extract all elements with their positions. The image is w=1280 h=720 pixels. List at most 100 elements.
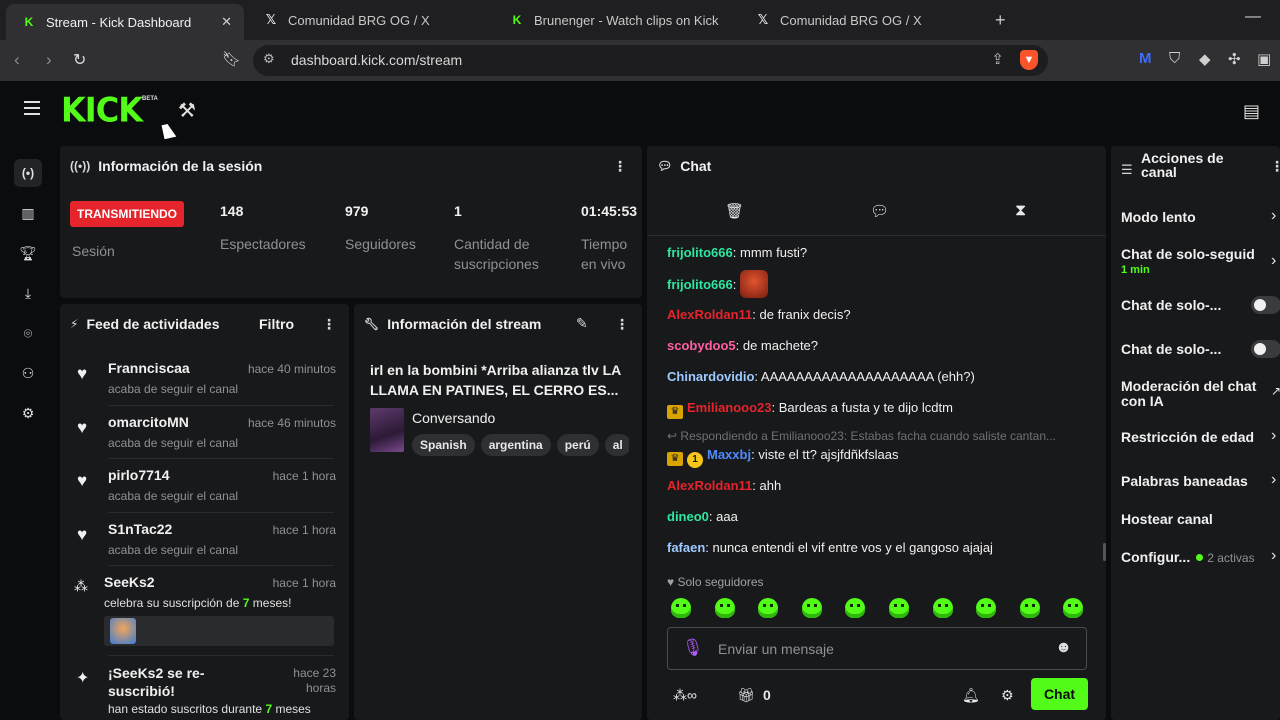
- extension-m-icon[interactable]: M: [1139, 50, 1152, 67]
- emote-button[interactable]: [845, 598, 865, 618]
- feed-username[interactable]: pirlo7714: [108, 467, 169, 483]
- send-chat-button[interactable]: Chat: [1031, 678, 1088, 710]
- action-host-channel[interactable]: Hostear canal: [1121, 511, 1213, 527]
- chat-username[interactable]: AlexRoldan11: [667, 307, 752, 322]
- tag[interactable]: perú: [556, 434, 599, 456]
- hammer-icon[interactable]: ⚒: [178, 98, 196, 123]
- bell-icon[interactable]: 🔔︎: [962, 687, 980, 704]
- menu-icon[interactable]: [24, 101, 40, 115]
- chat-username[interactable]: Emilianooo23: [687, 400, 772, 415]
- trophy-nav-icon[interactable]: 🏆︎: [14, 239, 42, 267]
- stream-nav-icon[interactable]: (•): [14, 159, 42, 187]
- chat-username[interactable]: frijolito666: [667, 245, 733, 260]
- moderation-nav-icon[interactable]: ⌾: [14, 319, 42, 347]
- browser-tab-x-2[interactable]: 𝕏 Comunidad BRG OG / X: [740, 0, 978, 40]
- chevron-right-icon[interactable]: ›: [1271, 252, 1276, 270]
- studio-icon[interactable]: ▤: [1243, 101, 1260, 122]
- browser-tab-kick-clips[interactable]: K Brunenger - Watch clips on Kick: [494, 0, 732, 40]
- chat-username[interactable]: scobydoo5: [667, 338, 736, 353]
- extensions-puzzle-icon[interactable]: ✣: [1228, 50, 1241, 68]
- gift-icon[interactable]: 🎁︎: [737, 687, 755, 704]
- chat-scrollbar[interactable]: [1103, 543, 1106, 561]
- action-slow-mode[interactable]: Modo lento: [1121, 209, 1196, 225]
- chevron-right-icon[interactable]: ›: [1271, 547, 1276, 565]
- brave-shields-icon[interactable]: ▼: [1020, 50, 1038, 70]
- tag[interactable]: Spanish: [412, 434, 475, 456]
- bookmark-icon[interactable]: 🔖︎: [222, 50, 241, 68]
- emote-button[interactable]: [1063, 598, 1083, 618]
- chat-username[interactable]: fafaen: [667, 540, 705, 555]
- edit-icon[interactable]: ✎: [576, 315, 588, 332]
- more-options-icon[interactable]: ⋮: [613, 158, 627, 175]
- analytics-nav-icon[interactable]: ▥: [14, 199, 42, 227]
- chevron-right-icon[interactable]: ›: [1271, 427, 1276, 445]
- feed-username[interactable]: ¡SeeKs2 se re-suscribió!: [108, 664, 205, 700]
- reply-context[interactable]: ↩ Respondiendo a Emilianooo23: Estabas f…: [667, 429, 1056, 443]
- chevron-right-icon[interactable]: ›: [1271, 207, 1276, 225]
- chat-message-input[interactable]: 🎙︎ Enviar un mensaje ☻: [667, 627, 1087, 670]
- extension-shield-icon[interactable]: ⛉: [1169, 50, 1180, 67]
- action-ai-moderation[interactable]: Moderación del chat con IA: [1121, 379, 1256, 409]
- microphone-icon[interactable]: 🎙︎: [682, 638, 704, 658]
- chat-username[interactable]: AlexRoldan11: [667, 478, 752, 493]
- community-nav-icon[interactable]: ⚇: [14, 359, 42, 387]
- download-nav-icon[interactable]: ⤓: [14, 279, 42, 307]
- hourglass-icon[interactable]: ⧗: [1015, 202, 1026, 220]
- emote-button[interactable]: [671, 598, 691, 618]
- more-options-icon[interactable]: ⋮: [1270, 158, 1280, 175]
- feed-username[interactable]: Frannciscaa: [108, 360, 190, 376]
- browser-tab-x-1[interactable]: 𝕏 Comunidad BRG OG / X: [248, 0, 486, 40]
- emote-button[interactable]: [1020, 598, 1040, 618]
- trash-icon[interactable]: 🗑︎: [725, 202, 744, 220]
- emote-button[interactable]: [802, 598, 822, 618]
- emote-button[interactable]: [976, 598, 996, 618]
- forward-icon[interactable]: ›: [46, 50, 52, 70]
- minimize-icon[interactable]: —: [1245, 8, 1261, 26]
- close-icon[interactable]: ✕: [221, 14, 232, 30]
- action-solo-chat-1[interactable]: Chat de solo-...: [1121, 297, 1221, 313]
- back-icon[interactable]: ‹: [14, 50, 20, 70]
- settings-nav-icon[interactable]: ⚙: [14, 399, 42, 427]
- chat-settings-bubble-icon[interactable]: 💬︎: [870, 202, 889, 220]
- share-icon[interactable]: ⇪: [991, 50, 1004, 68]
- feed-username[interactable]: SeeKs2: [104, 574, 155, 590]
- action-banned-words[interactable]: Palabras baneadas: [1121, 473, 1248, 489]
- action-age-restriction[interactable]: Restricción de edad: [1121, 429, 1254, 445]
- chevron-right-icon[interactable]: ›: [1271, 471, 1276, 489]
- chat-message: scobydoo5: de machete?: [667, 338, 819, 353]
- extension-diamond-icon[interactable]: ◆: [1199, 50, 1211, 68]
- more-options-icon[interactable]: ⋮: [615, 316, 629, 333]
- stream-category[interactable]: Conversando: [412, 410, 495, 426]
- emote-button[interactable]: [715, 598, 735, 618]
- chat-username[interactable]: frijolito666: [667, 277, 733, 292]
- new-tab-icon[interactable]: +: [995, 10, 1006, 31]
- chat-username[interactable]: Maxxbj: [707, 447, 751, 462]
- action-configuration[interactable]: Configur... 2 activas: [1121, 549, 1255, 565]
- chat-username[interactable]: dineo0: [667, 509, 709, 524]
- toggle-switch[interactable]: [1251, 340, 1280, 358]
- more-options-icon[interactable]: ⋮: [322, 316, 336, 333]
- action-sub-value: 1 min: [1121, 264, 1150, 276]
- kick-logo[interactable]: KICK: [61, 90, 143, 130]
- emote-button[interactable]: [758, 598, 778, 618]
- emote-button[interactable]: [933, 598, 953, 618]
- feed-username[interactable]: omarcitoMN: [108, 414, 189, 430]
- browser-tab-kick-dashboard[interactable]: K Stream - Kick Dashboard ✕: [6, 4, 244, 40]
- reload-icon[interactable]: ↻: [73, 50, 86, 70]
- action-solo-chat-2[interactable]: Chat de solo-...: [1121, 341, 1221, 357]
- address-bar[interactable]: ⚙ dashboard.kick.com/stream ⇪ ▼: [253, 45, 1048, 76]
- toggle-switch[interactable]: [1251, 296, 1280, 314]
- chat-username[interactable]: Chinardovidio: [667, 369, 754, 384]
- channel-points-icon[interactable]: ⁂∞: [673, 687, 697, 704]
- emoji-icon[interactable]: ☻: [1055, 639, 1072, 657]
- tag[interactable]: al: [604, 434, 629, 456]
- filter-button[interactable]: Filtro: [259, 316, 294, 332]
- chat-settings-icon[interactable]: ⚙: [1001, 687, 1014, 704]
- emote-button[interactable]: [889, 598, 909, 618]
- wallet-icon[interactable]: ▣: [1257, 50, 1271, 68]
- tag[interactable]: argentina: [480, 434, 551, 456]
- site-settings-icon[interactable]: ⚙: [263, 51, 275, 67]
- external-link-icon[interactable]: ↗: [1271, 384, 1280, 398]
- feed-username[interactable]: S1nTac22: [108, 521, 172, 537]
- action-followers-only[interactable]: Chat de solo-seguid 1 min: [1121, 246, 1255, 276]
